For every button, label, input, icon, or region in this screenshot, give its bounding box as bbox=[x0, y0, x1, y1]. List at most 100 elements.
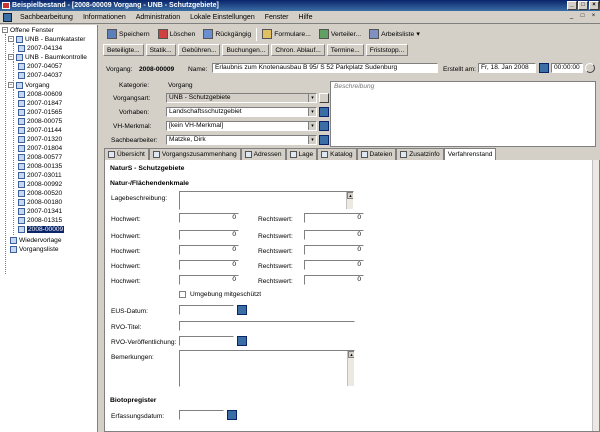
tree-item[interactable]: 2007-01804 bbox=[18, 144, 62, 153]
tree-item[interactable]: 2007-04037 bbox=[18, 71, 62, 80]
tree-item[interactable]: 2008-00992 bbox=[18, 180, 62, 189]
chevron-down-icon[interactable]: ▾ bbox=[308, 136, 316, 144]
rechtswert-field[interactable]: 0 bbox=[304, 230, 364, 240]
tab-uebersicht[interactable]: Übersicht bbox=[104, 148, 149, 160]
tree-item-selected[interactable]: 2008-00009 bbox=[18, 225, 65, 234]
vhmerkmal-select[interactable]: [kein VH-Merkmal] ▾ bbox=[166, 121, 317, 131]
tree-item[interactable]: 2007-01565 bbox=[18, 108, 62, 117]
chevron-down-icon[interactable]: ▾ bbox=[308, 108, 316, 116]
tab-lage[interactable]: Lage bbox=[285, 148, 318, 160]
dropdown-arrow-icon[interactable]: ▾ bbox=[416, 30, 419, 38]
tree-wiedervorlage[interactable]: Wiedervorlage bbox=[10, 236, 62, 245]
collapse-icon[interactable]: − bbox=[8, 82, 14, 89]
tab-vorgangszusammenhang[interactable]: Vorgangszusammenhang bbox=[148, 148, 241, 160]
tree-item[interactable]: 2008-00577 bbox=[18, 153, 62, 162]
eus-date-field[interactable] bbox=[179, 305, 234, 315]
vorgangsart-select[interactable]: UNB - Schutzgebiete ▾ bbox=[166, 93, 317, 103]
sachbearbeiter-select[interactable]: Matzke, Dirk ▾ bbox=[166, 135, 317, 145]
tree-item[interactable]: 2007-04057 bbox=[18, 62, 62, 71]
textarea-scrollbar[interactable]: ▲ bbox=[347, 351, 354, 386]
termine-button[interactable]: Termine... bbox=[326, 44, 364, 56]
vorgangsart-detail-icon[interactable] bbox=[319, 93, 329, 103]
panel-scrollbar[interactable] bbox=[592, 149, 599, 431]
textarea-scrollbar[interactable]: ▲ bbox=[346, 192, 353, 209]
tree-item[interactable]: 2007-01341 bbox=[18, 207, 62, 216]
distributor-button[interactable]: Verteiler... bbox=[316, 27, 364, 42]
list-icon[interactable] bbox=[319, 121, 329, 131]
tab-verfahrenstand[interactable]: Verfahrenstand bbox=[443, 148, 497, 160]
calendar-icon[interactable] bbox=[227, 410, 237, 420]
hochwert-field[interactable]: 0 bbox=[179, 275, 239, 285]
delete-button[interactable]: Löschen bbox=[155, 27, 199, 42]
minimize-button[interactable]: _ bbox=[567, 1, 577, 10]
mdi-close-button[interactable]: × bbox=[589, 13, 598, 21]
collapse-icon[interactable]: − bbox=[8, 36, 14, 43]
close-button[interactable]: × bbox=[589, 1, 599, 10]
vorhaben-select[interactable]: Landschaftsschutzgebiet ▾ bbox=[166, 107, 317, 117]
menu-sachbearbeitung[interactable]: Sachbearbeitung bbox=[15, 14, 78, 21]
chron-ablauf-button[interactable]: Chron. Ablauf... bbox=[271, 44, 325, 56]
gebuehren-button[interactable]: Gebühren... bbox=[177, 44, 221, 56]
tree-group-baumkataster[interactable]: − UNB - Baumkataster bbox=[8, 35, 85, 44]
tree-root[interactable]: − Offene Fenster bbox=[2, 26, 54, 35]
collapse-icon[interactable]: − bbox=[8, 54, 14, 61]
document-icon[interactable] bbox=[3, 12, 12, 22]
chevron-down-icon[interactable]: ▾ bbox=[308, 122, 316, 130]
tab-katalog[interactable]: Katalog bbox=[317, 148, 357, 160]
tree-item[interactable]: 2007-01144 bbox=[18, 126, 62, 135]
menu-informationen[interactable]: Informationen bbox=[78, 14, 131, 21]
list-icon[interactable] bbox=[319, 135, 329, 145]
tree-item[interactable]: 2007-03011 bbox=[18, 171, 62, 180]
tree-item[interactable]: 2007-01847 bbox=[18, 99, 62, 108]
menu-fenster[interactable]: Fenster bbox=[260, 14, 294, 21]
forms-button[interactable]: Formulare... bbox=[259, 27, 314, 42]
erstellt-date-field[interactable]: Fr, 18. Jan 2008 bbox=[478, 63, 536, 73]
tree-item[interactable]: 2008-00075 bbox=[18, 117, 62, 126]
tree-group-baumkontrolle[interactable]: − UNB - Baumkontrolle bbox=[8, 53, 87, 62]
tree-group-vorgang[interactable]: − Vorgang bbox=[8, 81, 50, 90]
rvo-ver-date-field[interactable] bbox=[179, 336, 234, 346]
calendar-icon[interactable] bbox=[237, 305, 247, 315]
tree-item[interactable]: 2008-00520 bbox=[18, 189, 62, 198]
rechtswert-field[interactable]: 0 bbox=[304, 260, 364, 270]
statik-button[interactable]: Statik... bbox=[145, 44, 176, 56]
buchungen-button[interactable]: Buchungen... bbox=[222, 44, 270, 56]
rechtswert-field[interactable]: 0 bbox=[304, 245, 364, 255]
collapse-icon[interactable]: − bbox=[2, 27, 8, 34]
refresh-icon[interactable] bbox=[585, 63, 595, 73]
mdi-restore-button[interactable]: □ bbox=[578, 13, 587, 21]
froststopp-button[interactable]: Fristst​opp... bbox=[365, 44, 409, 56]
tab-adressen[interactable]: Adressen bbox=[240, 148, 286, 160]
rvo-titel-field[interactable] bbox=[179, 321, 355, 331]
rechtswert-field[interactable]: 0 bbox=[304, 275, 364, 285]
umgebung-checkbox[interactable] bbox=[179, 291, 186, 298]
name-field[interactable]: Erlaubnis zum Knotenausbau B 95/ S 52 Pa… bbox=[212, 63, 438, 73]
scroll-up-icon[interactable]: ▲ bbox=[347, 192, 353, 199]
erstellt-time-field[interactable]: 00:00:00 bbox=[551, 63, 583, 73]
chevron-down-icon[interactable]: ▾ bbox=[308, 94, 316, 102]
maximize-button[interactable]: □ bbox=[578, 1, 588, 10]
list-icon[interactable] bbox=[319, 107, 329, 117]
hochwert-field[interactable]: 0 bbox=[179, 245, 239, 255]
scroll-up-icon[interactable]: ▲ bbox=[348, 351, 354, 358]
menu-hilfe[interactable]: Hilfe bbox=[293, 14, 317, 21]
worklist-button[interactable]: Arbeitsliste ▾ bbox=[366, 27, 423, 42]
tree-item[interactable]: 2007-01320 bbox=[18, 135, 62, 144]
lagebeschreibung-textarea[interactable]: ▲ bbox=[179, 191, 354, 210]
tree-item[interactable]: 2008-00135 bbox=[18, 162, 62, 171]
hochwert-field[interactable]: 0 bbox=[179, 260, 239, 270]
bemerkungen-textarea[interactable]: ▲ bbox=[179, 350, 355, 387]
tab-zusatzinfo[interactable]: Zusatzinfo bbox=[396, 148, 444, 160]
beteiligte-button[interactable]: Beteiligte... bbox=[103, 44, 144, 56]
tree-vorgangsliste[interactable]: Vorgangsliste bbox=[10, 245, 59, 254]
tree-item[interactable]: 2008-01315 bbox=[18, 216, 62, 225]
calendar-icon[interactable] bbox=[539, 63, 549, 73]
menu-administration[interactable]: Administration bbox=[131, 14, 185, 21]
menu-lokale-einstellungen[interactable]: Lokale Einstellungen bbox=[185, 14, 260, 21]
calendar-icon[interactable] bbox=[237, 336, 247, 346]
erfassung-date-field[interactable] bbox=[179, 410, 224, 420]
save-button[interactable]: Speichern bbox=[104, 27, 153, 42]
tree-item[interactable]: 2008-00180 bbox=[18, 198, 62, 207]
mdi-minimize-button[interactable]: _ bbox=[567, 13, 576, 21]
undo-button[interactable]: Rückgängig bbox=[200, 27, 254, 42]
